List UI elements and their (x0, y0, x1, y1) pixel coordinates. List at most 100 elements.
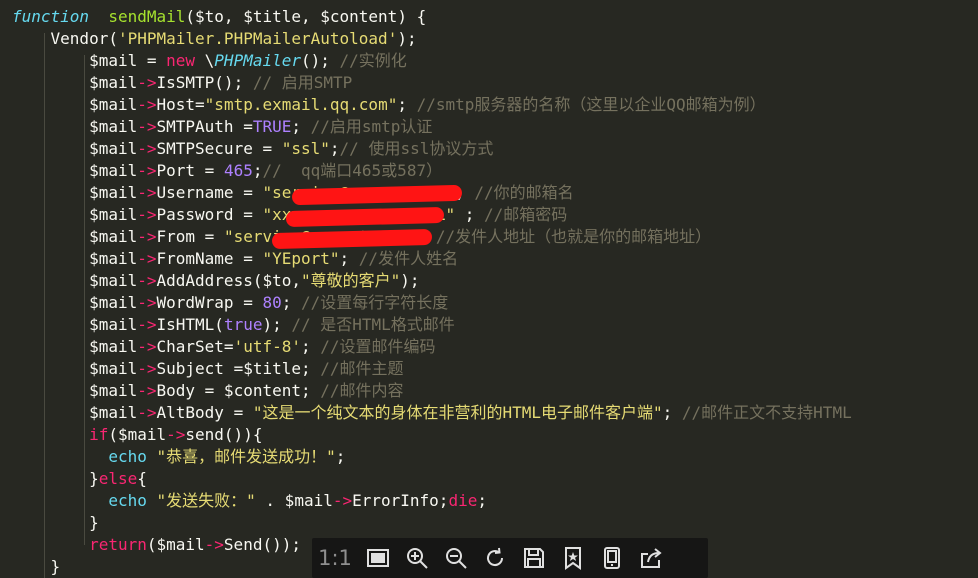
code-token: SMTPAuth = (156, 117, 253, 136)
actual-size-button[interactable]: 1:1 (312, 538, 358, 578)
rotate-icon (486, 547, 503, 567)
code-token: ; (329, 139, 340, 158)
share-icon (640, 548, 662, 568)
code-line: $mail->AddAddress($to,"尊敬的客户"); (12, 270, 420, 292)
code-token: ; (455, 205, 485, 224)
code-token: ); (400, 271, 420, 290)
code-token: ; (301, 337, 321, 356)
code-line: $mail->FromName = "YEport"; //发件人姓名 (12, 248, 458, 270)
save-button[interactable] (514, 538, 553, 578)
code-token: ; (335, 447, 346, 466)
code-token: -> (137, 403, 157, 422)
code-token: $mail (12, 205, 138, 224)
code-token: "发送失败：" (156, 491, 256, 510)
code-token: $mail (12, 403, 138, 422)
code-token: -> (137, 73, 157, 92)
code-token: $mail (12, 359, 138, 378)
code-token: Subject =$title; (156, 359, 321, 378)
code-line: echo "恭喜，邮件发送成功！"; (12, 446, 345, 468)
phone-view-button[interactable] (592, 538, 631, 578)
code-token: } (12, 557, 61, 576)
rotate-button[interactable] (475, 538, 514, 578)
code-token: send()){ (185, 425, 263, 444)
code-line: $mail->AltBody = "这是一个纯文本的身体在非营利的HTML电子邮… (12, 402, 852, 424)
code-token: -> (137, 359, 157, 378)
code-token: Send()); (223, 535, 301, 554)
code-token: -> (137, 337, 157, 356)
code-token: Password = (156, 205, 263, 224)
code-token: "这是一个纯文本的身体在非营利的HTML电子邮件客户端" (252, 403, 663, 422)
code-token: ; (339, 249, 359, 268)
code-token: ; (291, 117, 311, 136)
code-line: $mail->SMTPSecure = "ssl";// 使用ssl协议方式 (12, 138, 493, 160)
code-token: // qq端口465或587） (262, 161, 443, 180)
share-button[interactable] (631, 538, 670, 578)
code-token: //设置邮件编码 (320, 337, 436, 356)
zoom-out-button[interactable] (436, 538, 475, 578)
code-token: if (12, 425, 109, 444)
code-editor: function sendMail($to, $title, $content)… (0, 0, 978, 578)
code-token: $mail (12, 271, 138, 290)
code-token: From = (156, 227, 224, 246)
code-line: function sendMail($to, $title, $content)… (12, 6, 426, 28)
code-token: //smtp服务器的名称（这里以企业QQ邮箱为例） (416, 95, 766, 114)
code-token: -> (137, 227, 157, 246)
code-token: . $mail (255, 491, 333, 510)
code-token: IsSMTP(); (156, 73, 253, 92)
code-token: Body = $content; (156, 381, 321, 400)
code-line: $mail->Subject =$title; //邮件主题 (12, 358, 404, 380)
code-token: -> (137, 271, 157, 290)
code-token: //邮箱密码 (484, 205, 568, 224)
code-token: $mail = (12, 51, 167, 70)
code-line: $mail->SMTPAuth =TRUE; //启用smtp认证 (12, 116, 432, 138)
code-token: -> (137, 293, 157, 312)
code-token: PHPMailer (214, 51, 301, 70)
code-token: -> (137, 205, 157, 224)
code-token: echo (108, 491, 147, 510)
code-token: Username = (156, 183, 263, 202)
code-token: ($to, $title, $content) { (185, 7, 427, 26)
code-token: "尊敬的客户" (301, 271, 401, 290)
code-token: ; (281, 293, 301, 312)
code-token: $mail (12, 117, 138, 136)
bookmark-icon (564, 547, 581, 570)
code-token: -> (137, 139, 157, 158)
code-token: -> (137, 249, 157, 268)
code-token: "恭喜，邮件发送成功！" (156, 447, 336, 466)
code-line: $mail->Body = $content; //邮件内容 (12, 380, 403, 402)
code-token: //邮件主题 (320, 359, 404, 378)
code-token: //启用smtp认证 (310, 117, 433, 136)
code-token: $mail (12, 139, 138, 158)
code-token: ; (662, 403, 682, 422)
code-token: return (12, 535, 147, 554)
code-token: AltBody = (156, 403, 253, 422)
code-token: $mail (12, 249, 138, 268)
code-token: (); (301, 51, 340, 70)
code-token: $mail (12, 95, 138, 114)
image-viewer-toolbar: 1:1 (312, 538, 708, 578)
code-token: $mail (12, 227, 138, 246)
zoom-in-button[interactable] (397, 538, 436, 578)
code-token: else (98, 469, 138, 488)
code-token: -> (137, 117, 157, 136)
code-token: //发件人地址（也就是你的邮箱地址） (435, 227, 712, 246)
bookmark-button[interactable] (553, 538, 592, 578)
code-token: IsHTML( (156, 315, 224, 334)
code-token: $mail (12, 183, 138, 202)
fit-screen-button[interactable] (358, 538, 397, 578)
code-line: if($mail->send()){ (12, 424, 262, 446)
code-token: ($mail (108, 425, 167, 444)
code-token: $mail (12, 161, 138, 180)
code-line: $mail->Host="smtp.exmail.qq.com"; //smtp… (12, 94, 766, 116)
zoom-out-icon (445, 548, 467, 569)
code-line: $mail->IsSMTP(); // 启用SMTP (12, 72, 352, 94)
code-token: WordWrap = (156, 293, 263, 312)
code-line: $mail->WordWrap = 80; //设置每行字符长度 (12, 292, 448, 314)
code-token: 'PHPMailer.PHPMailerAutoload' (117, 29, 398, 48)
code-token: ErrorInfo; (352, 491, 449, 510)
code-token: $mail (12, 315, 138, 334)
code-line: Vendor('PHPMailer.PHPMailerAutoload'); (12, 28, 417, 50)
